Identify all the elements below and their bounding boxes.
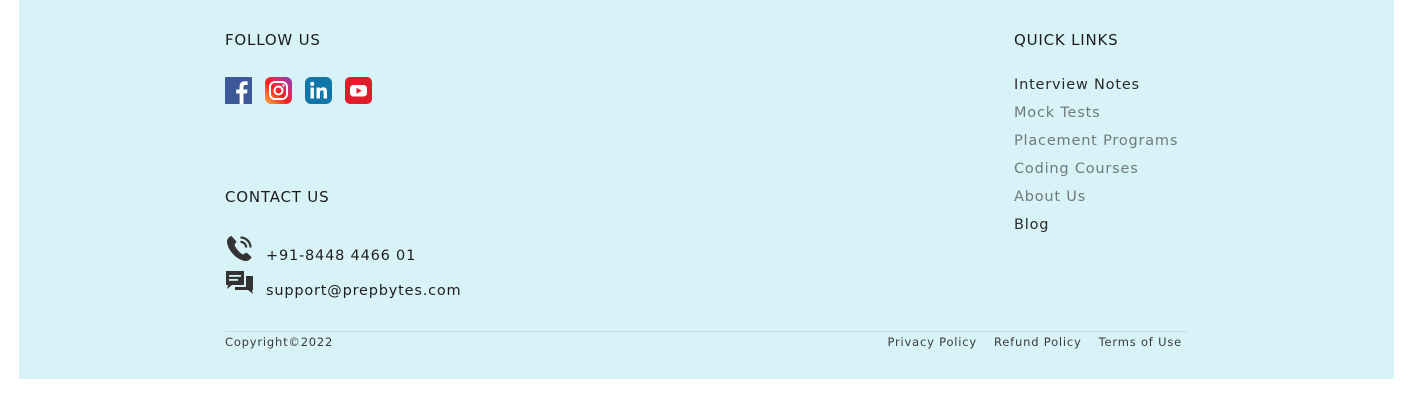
copyright-text: Copyright©2022 <box>225 335 334 349</box>
quick-link-coding-courses[interactable]: Coding Courses <box>1014 155 1178 183</box>
linkedin-icon[interactable] <box>305 77 332 104</box>
email-contact: support@prepbytes.com <box>225 269 461 298</box>
footer-divider <box>225 331 1187 332</box>
email-address[interactable]: support@prepbytes.com <box>266 283 461 299</box>
quick-links-heading: QUICK LINKS <box>1014 31 1119 49</box>
instagram-icon[interactable] <box>265 77 292 104</box>
privacy-policy-link[interactable]: Privacy Policy <box>887 335 977 349</box>
quick-links-list: Interview Notes Mock Tests Placement Pro… <box>1014 71 1178 239</box>
youtube-icon[interactable] <box>345 77 372 104</box>
quick-link-placement-programs[interactable]: Placement Programs <box>1014 127 1178 155</box>
social-links <box>225 77 372 104</box>
quick-link-mock-tests[interactable]: Mock Tests <box>1014 99 1178 127</box>
terms-of-use-link[interactable]: Terms of Use <box>1099 335 1182 349</box>
phone-contact: +91-8448 4466 01 <box>225 234 416 263</box>
phone-number[interactable]: +91-8448 4466 01 <box>266 248 416 264</box>
follow-us-heading: FOLLOW US <box>225 31 321 49</box>
facebook-icon[interactable] <box>225 77 252 104</box>
quick-link-about-us[interactable]: About Us <box>1014 183 1178 211</box>
site-footer: FOLLOW US CONTACT US +91-8448 4466 01 su… <box>19 0 1394 379</box>
phone-icon <box>227 236 252 262</box>
quick-link-blog[interactable]: Blog <box>1014 211 1178 239</box>
refund-policy-link[interactable]: Refund Policy <box>994 335 1082 349</box>
legal-links: Privacy Policy Refund Policy Terms of Us… <box>887 335 1182 349</box>
quick-link-interview-notes[interactable]: Interview Notes <box>1014 71 1178 99</box>
contact-us-heading: CONTACT US <box>225 188 330 206</box>
chat-icon <box>226 271 253 294</box>
